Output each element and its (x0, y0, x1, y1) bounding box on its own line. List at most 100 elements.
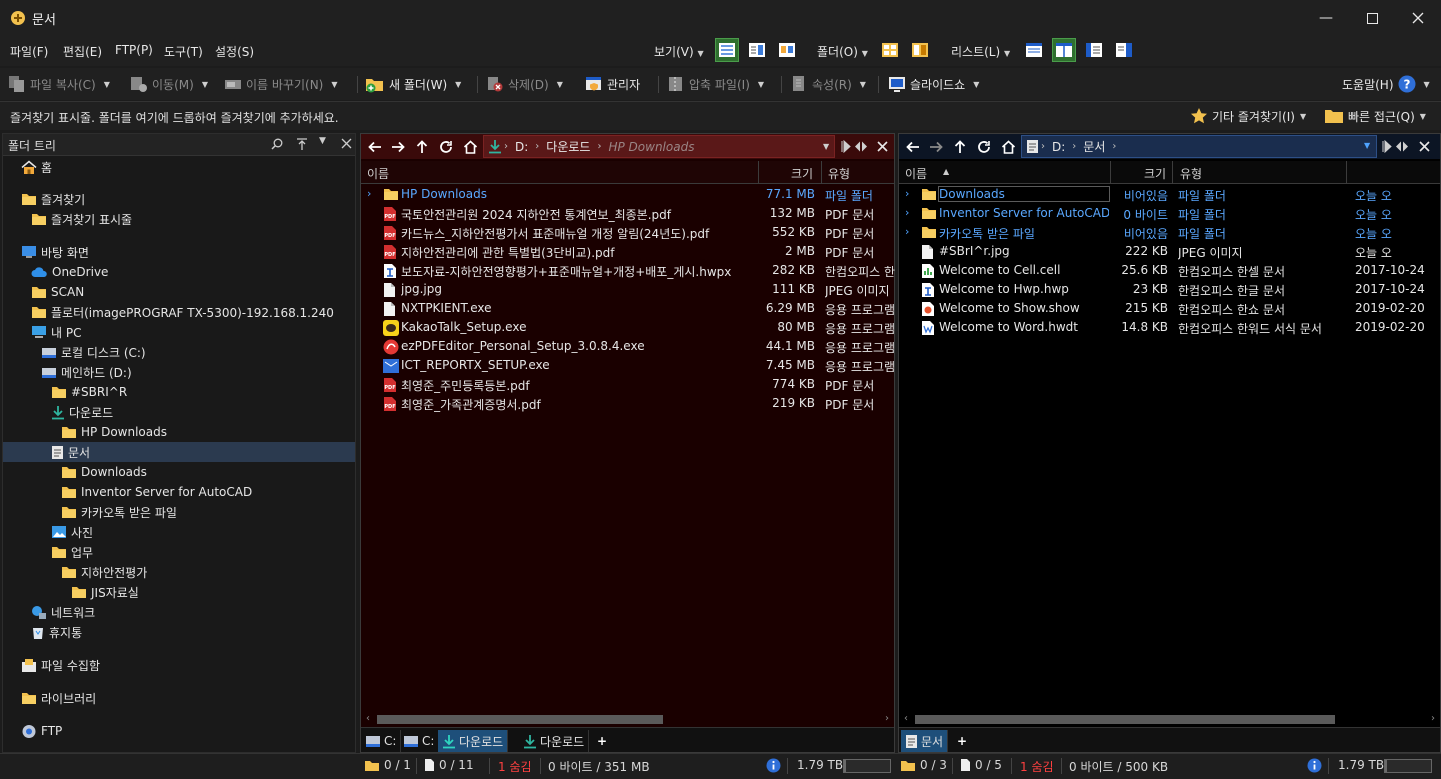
tree-node[interactable]: 플로터(imagePROGRAF TX-5300)-192.168.1.240 (31, 302, 334, 322)
tree-node[interactable]: 라이브러리 (21, 688, 96, 708)
file-row[interactable]: ICT_REPORTX_SETUP.exe 7.45 MB 응용 프로그램 (361, 356, 895, 375)
chevron-down-icon[interactable]: ▼ (823, 142, 829, 151)
tree-node[interactable]: 즐겨찾기 (21, 189, 85, 209)
column-type[interactable]: 유형 (828, 165, 850, 182)
tree-node[interactable]: 홈 (21, 157, 52, 177)
scroll-right-icon[interactable]: › (1431, 713, 1435, 724)
file-row[interactable]: Welcome to Hwp.hwp 23 KB 한컴오피스 한글 문서 2017-1… (899, 280, 1440, 299)
tab-downloads-active[interactable]: 다운로드 (438, 730, 509, 752)
column-divider[interactable] (1346, 161, 1347, 184)
tree-node[interactable]: SCAN (31, 282, 84, 302)
help-button[interactable]: 도움말(H) ? ▼ (1342, 73, 1430, 95)
tree-node[interactable]: 업무 (51, 542, 93, 562)
chevron-down-icon[interactable]: ▼ (1364, 141, 1370, 150)
tree-node[interactable]: 즐겨찾기 표시줄 (31, 209, 132, 229)
left-info-icon[interactable] (766, 758, 781, 773)
other-favorites-button[interactable]: 기타 즐겨찾기(I) ▼ (1190, 105, 1306, 127)
file-row[interactable]: › 카카오톡 받은 파일 비어있음 파일 폴더 오늘 오 (899, 223, 1440, 242)
pane-close-icon[interactable] (1419, 141, 1430, 152)
column-name[interactable]: 이름 (367, 165, 389, 182)
back-arrow-icon[interactable] (904, 138, 922, 156)
tree-node[interactable]: 내 PC (31, 322, 81, 342)
pane-sync-icon[interactable] (841, 140, 871, 153)
file-row[interactable]: Welcome to Cell.cell 25.6 KB 한컴오피스 한셀 문서 20… (899, 261, 1440, 280)
forward-arrow-icon[interactable] (389, 138, 407, 156)
tree-node[interactable]: 다운로드 (51, 402, 113, 422)
menu-settings[interactable]: 설정(S) (215, 43, 254, 60)
copy-file-button[interactable]: 파일 복사(C) ▼ (8, 73, 110, 95)
rename-button[interactable]: 이름 바꾸기(N) ▼ (224, 73, 338, 95)
admin-button[interactable]: 관리자 (585, 73, 640, 95)
forward-arrow-icon[interactable] (927, 138, 945, 156)
view-preview-button[interactable] (745, 38, 769, 62)
file-row[interactable]: NXTPKIENT.exe 6.29 MB 응용 프로그램 (361, 299, 895, 318)
tree-close-icon[interactable] (341, 138, 352, 149)
right-horizontal-scrollbar[interactable]: ‹ › (899, 712, 1440, 726)
menu-folder[interactable]: 폴더(O) ▼ (817, 43, 868, 60)
delete-button[interactable]: 삭제(D) ▼ (486, 73, 563, 95)
left-scroll-thumb[interactable] (377, 715, 663, 724)
list-preview-button[interactable] (1112, 38, 1136, 62)
column-divider[interactable] (1172, 161, 1173, 184)
file-row[interactable]: › Downloads 비어있음 파일 폴더 오늘 오 (899, 185, 1440, 204)
tree-node[interactable]: #SBRI^R (51, 382, 127, 402)
tree-node[interactable]: JIS자료실 (71, 582, 139, 602)
tree-node[interactable]: OneDrive (31, 262, 108, 282)
column-type[interactable]: 유형 (1180, 165, 1202, 182)
right-hidden-count[interactable]: 1 숨김 (1020, 758, 1054, 775)
expand-chevron-icon[interactable]: › (905, 225, 909, 238)
new-tab-button[interactable]: + (953, 730, 971, 752)
breadcrumb-folder[interactable]: 다운로드 (546, 138, 590, 155)
breadcrumb-current[interactable]: HP Downloads (608, 140, 694, 154)
menu-ftp[interactable]: FTP(P) (115, 43, 153, 57)
tab-c-drive[interactable]: C: (361, 730, 402, 752)
tree-node[interactable]: HP Downloads (61, 422, 167, 442)
tree-node[interactable]: 파일 수집함 (21, 655, 100, 675)
home-icon[interactable] (461, 138, 479, 156)
maximize-button[interactable] (1349, 0, 1395, 36)
move-button[interactable]: 이동(M) ▼ (130, 73, 208, 95)
file-row[interactable]: 보도자료-지하안전영향평가+표준매뉴얼+개정+배포_게시.hwpx 282 KB 한… (361, 261, 895, 280)
properties-button[interactable]: 속성(R) ▼ (790, 73, 866, 95)
left-horizontal-scrollbar[interactable]: ‹ › (361, 712, 894, 726)
tree-node[interactable]: 휴지통 (31, 622, 82, 642)
folder-layout-grid-button[interactable] (878, 38, 902, 62)
expand-chevron-icon[interactable]: › (367, 187, 371, 200)
scroll-left-icon[interactable]: ‹ (366, 713, 370, 724)
tree-node[interactable]: Downloads (61, 462, 147, 482)
menu-view[interactable]: 보기(V) ▼ (654, 43, 704, 60)
file-row[interactable]: PDF 지하안전관리에 관한 특별법(3단비교).pdf 2 MB PDF 문서 (361, 242, 894, 261)
menu-edit[interactable]: 편집(E) (63, 43, 102, 60)
menu-file[interactable]: 파일(F) (10, 43, 48, 60)
pane-sync-icon[interactable] (1382, 140, 1412, 153)
list-dual-button[interactable] (1052, 38, 1076, 62)
file-row[interactable]: KakaoTalk_Setup.exe 80 MB 응용 프로그램 (361, 318, 895, 337)
compress-button[interactable]: 압축 파일(I) ▼ (667, 73, 764, 95)
folder-layout-dual-button[interactable] (908, 38, 932, 62)
new-folder-button[interactable]: 새 폴더(W) ▼ (365, 73, 461, 95)
tree-node[interactable]: 카카오톡 받은 파일 (61, 502, 177, 522)
refresh-icon[interactable] (437, 138, 455, 156)
file-row[interactable]: PDF 카드뉴스_지하안전평가서 표준매뉴얼 개정 알림(24년도).pdf 552… (361, 223, 894, 242)
file-row[interactable]: PDF 최영준_주민등록등본.pdf 774 KB PDF 문서 (361, 375, 894, 394)
tree-node[interactable]: 바탕 화면 (21, 242, 89, 262)
file-row[interactable]: Welcome to Word.hwdt 14.8 KB 한컴오피스 한워드 서식 … (899, 318, 1440, 337)
file-row[interactable]: › Inventor Server for AutoCAD 0 바이트 파일 폴더 오늘… (899, 204, 1440, 223)
file-row[interactable]: Welcome to Show.show 215 KB 한컴오피스 한쇼 문서 201… (899, 299, 1440, 318)
right-breadcrumb[interactable]: › D: › 문서 › (1021, 135, 1377, 158)
file-row[interactable]: jpg.jpg 111 KB JPEG 이미지 (361, 280, 894, 299)
tree-node[interactable]: 지하안전평가 (61, 562, 147, 582)
column-size[interactable]: 크기 (1144, 165, 1166, 182)
tab-downloads[interactable]: 다운로드 (519, 730, 590, 752)
tree-node[interactable]: 메인하드 (D:) (41, 362, 132, 382)
right-info-icon[interactable] (1307, 758, 1322, 773)
tree-node[interactable]: 문서 (3, 442, 355, 462)
new-tab-button[interactable]: + (593, 730, 611, 752)
tree-node[interactable]: 사진 (51, 522, 93, 542)
quick-access-button[interactable]: 빠른 접근(Q) ▼ (1324, 105, 1426, 127)
view-details-button[interactable] (715, 38, 739, 62)
tree-node[interactable]: 로컬 디스크 (C:) (41, 342, 146, 362)
tree-node[interactable]: 네트워크 (31, 602, 95, 622)
tree-node[interactable]: Inventor Server for AutoCAD (61, 482, 252, 502)
file-row[interactable]: PDF 최영준_가족관계증명서.pdf 219 KB PDF 문서 (361, 394, 894, 413)
